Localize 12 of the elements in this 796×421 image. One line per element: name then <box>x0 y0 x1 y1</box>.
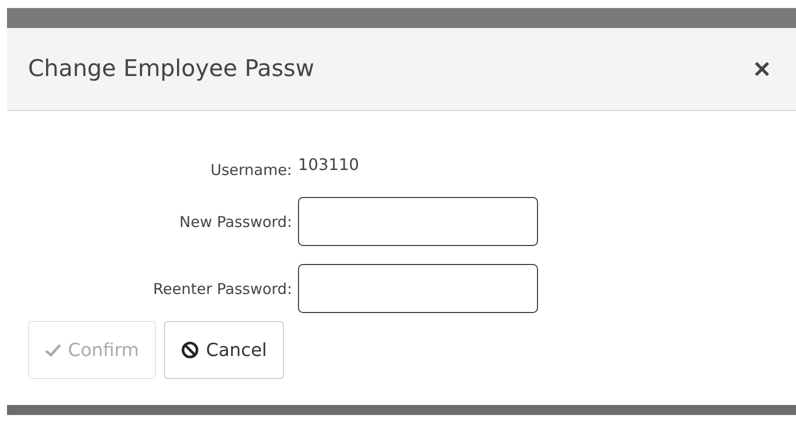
username-value: 103110 <box>298 155 360 174</box>
close-button[interactable] <box>752 59 772 79</box>
close-icon <box>754 61 770 77</box>
password-field[interactable] <box>298 197 538 246</box>
field-label: Username: <box>210 161 292 179</box>
password-field[interactable] <box>298 264 538 313</box>
field-label: Reenter Password: <box>153 280 292 298</box>
dialog-title: Change Employee Passw <box>28 56 314 82</box>
prohibited-icon <box>180 341 199 359</box>
field-label: New Password: <box>179 212 292 230</box>
check-icon <box>45 344 61 356</box>
cancel-button[interactable]: Cancel <box>164 321 284 379</box>
